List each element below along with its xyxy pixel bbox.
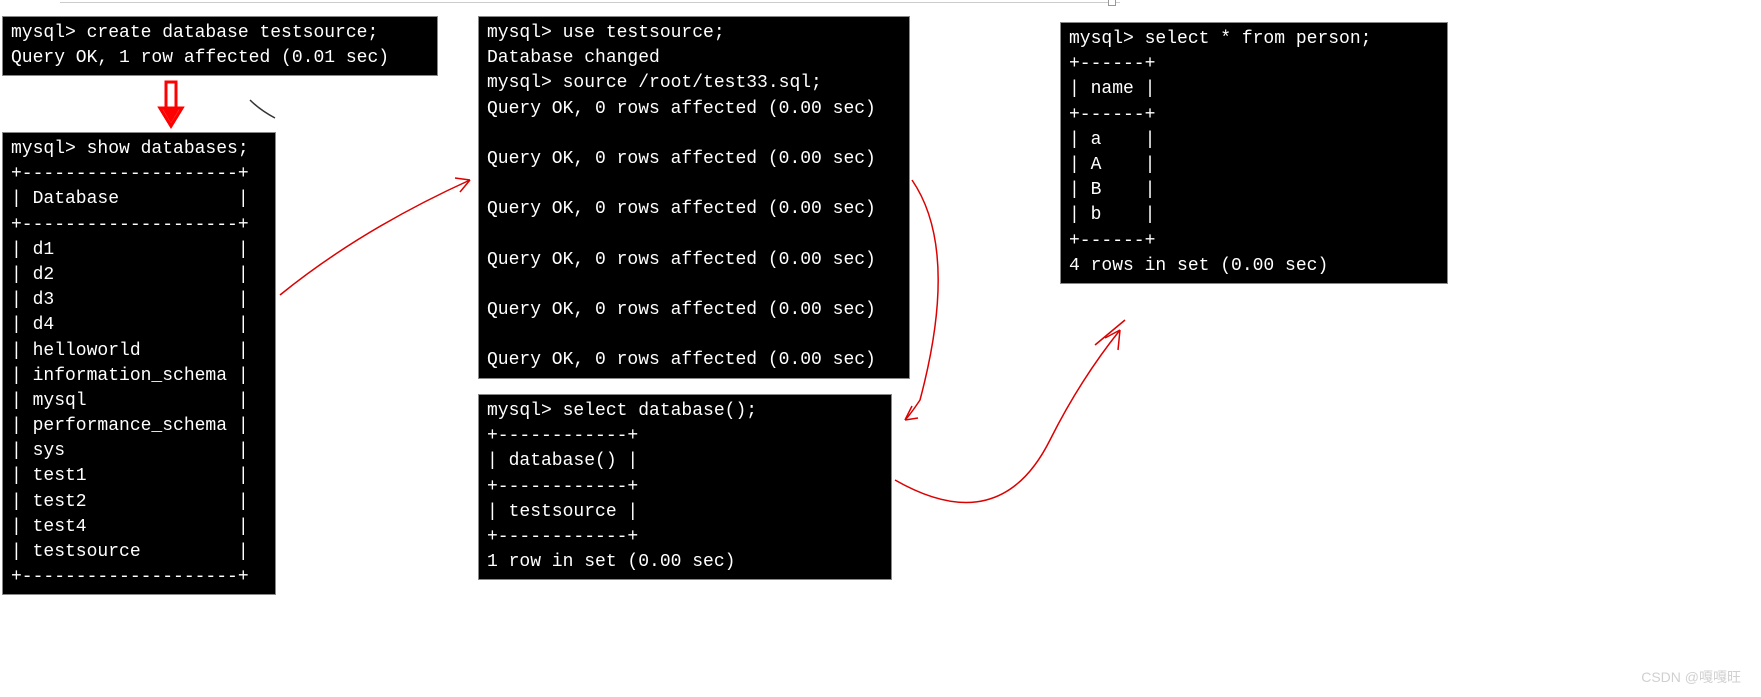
terminal-create-database: mysql> create database testsource; Query… [2,16,438,76]
watermark-text: CSDN @嘎嘎旺 [1641,667,1741,687]
terminal-select-person: mysql> select * from person; +------+ | … [1060,22,1448,284]
terminal-use-source: mysql> use testsource; Database changed … [478,16,910,379]
selection-handle [1108,0,1116,6]
terminal-select-database: mysql> select database(); +------------+… [478,394,892,580]
terminal-show-databases: mysql> show databases; +----------------… [2,132,276,595]
red-arrow-down-icon [156,80,186,130]
selection-border [60,2,1120,3]
